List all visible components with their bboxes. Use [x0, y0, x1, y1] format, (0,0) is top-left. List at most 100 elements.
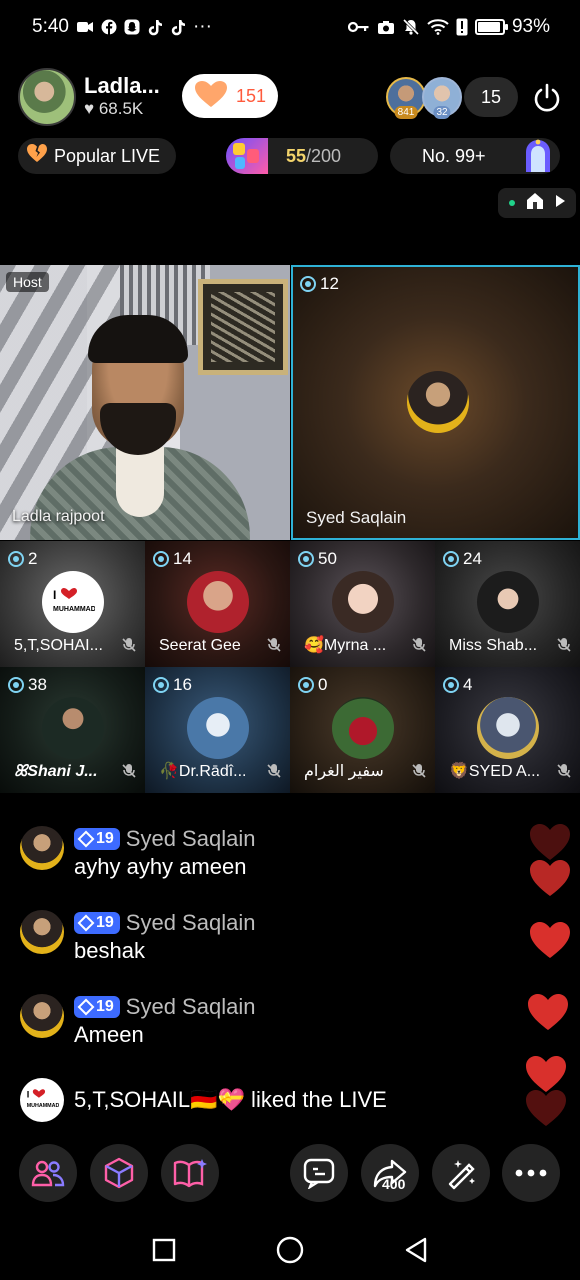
rank-badge	[226, 138, 268, 174]
diamond-icon	[77, 998, 95, 1016]
more-button[interactable]	[502, 1144, 560, 1202]
guest-count-value: 4	[463, 675, 473, 694]
guest-name: سفير الغرام	[304, 763, 384, 780]
liked-avatar[interactable]: I MUHAMMAD	[20, 1078, 64, 1122]
system-navbar	[0, 1220, 580, 1280]
popular-live-pill[interactable]: Popular LIVE	[18, 138, 176, 174]
key-icon	[347, 21, 370, 33]
guest-count: 2	[8, 549, 37, 569]
chat-body: 19 Syed Saqlain beshak	[74, 910, 255, 964]
viewer-avatar[interactable]: 841	[386, 77, 426, 119]
share-count: 400	[382, 1176, 406, 1192]
chat-avatar[interactable]	[20, 994, 64, 1038]
mic-off-icon	[267, 638, 281, 652]
guest-tile[interactable]: 14 Seerat Gee	[145, 541, 290, 667]
guest-tile[interactable]: 16 🥀Dr.Rādî...	[145, 667, 290, 793]
diamond-icon	[77, 914, 95, 932]
guest-name: 🥀Dr.Rādî...	[159, 763, 247, 780]
floating-heart-icon	[526, 1090, 566, 1126]
host-likes-count: 68.5K	[98, 99, 144, 118]
wand-icon	[448, 1160, 475, 1190]
chat-message[interactable]: 19 Syed Saqlain beshak	[20, 910, 255, 964]
follow-button[interactable]: 151	[182, 74, 278, 118]
guest-count: 50	[298, 549, 337, 569]
guest-count: 0	[298, 675, 327, 695]
share-button[interactable]	[361, 1144, 419, 1202]
top-viewers[interactable]: 841 32 15	[386, 76, 518, 119]
rank-progress-pill[interactable]: 55/200	[226, 138, 378, 174]
battery-percent: 93%	[511, 16, 550, 37]
chat-avatar[interactable]	[20, 910, 64, 954]
mic-off-icon	[557, 764, 571, 778]
host-tag: Host	[6, 272, 49, 292]
viewer-eye-icon	[153, 677, 169, 693]
viewer-eye-icon	[8, 677, 24, 693]
chat-body: 19 Syed Saqlain ayhy ayhy ameen	[74, 826, 255, 880]
floating-heart-icon	[530, 860, 570, 896]
liked-text: 5,T,SOHAIL🇩🇪💝 liked the LIVE	[74, 1087, 387, 1112]
play-icon[interactable]	[554, 194, 566, 213]
chat-username[interactable]: Syed Saqlain	[126, 994, 256, 1020]
viewer-eye-icon	[443, 551, 459, 567]
chat-message[interactable]: 19 Syed Saqlain Ameen	[20, 994, 255, 1048]
guest-tile[interactable]: 0 سفير الغرام	[290, 667, 435, 793]
guest-tile[interactable]: 4 🦁SYED A...	[435, 667, 580, 793]
guest-tile[interactable]: 50 🥰Myrna ...	[290, 541, 435, 667]
edit-button[interactable]	[432, 1144, 490, 1202]
effects-button[interactable]	[161, 1144, 219, 1202]
host-avatar[interactable]	[18, 68, 76, 126]
viewer-count[interactable]: 15	[464, 77, 518, 117]
host-video[interactable]	[0, 265, 290, 540]
guest-count-value: 24	[463, 549, 482, 568]
ranking-label: No. 99+	[422, 145, 486, 166]
guest-tile[interactable]: 24 Miss Shab...	[435, 541, 580, 667]
guest-tile[interactable]: I MUHAMMAD 2 5,T,SOHAI...	[0, 541, 145, 667]
clock: 5:40	[32, 16, 69, 37]
host-card[interactable]: Ladla... ♥ 68.5K 151	[18, 68, 280, 126]
guest-main-tile[interactable]	[291, 265, 580, 540]
guest-count: 16	[153, 675, 192, 695]
cube-icon	[104, 1157, 134, 1189]
mini-toolbar[interactable]	[498, 188, 576, 218]
viewer-eye-icon	[298, 551, 314, 567]
chat-username[interactable]: Syed Saqlain	[126, 910, 256, 936]
camera-icon	[377, 20, 395, 35]
level-value: 19	[96, 998, 114, 1015]
viewer-eye-icon	[153, 551, 169, 567]
floating-heart-icon	[530, 922, 570, 958]
recents-icon[interactable]	[151, 1237, 177, 1263]
host-name: Ladla...	[84, 73, 160, 98]
guest-avatar	[332, 697, 394, 759]
mic-off-icon	[122, 764, 136, 778]
power-icon[interactable]	[526, 78, 568, 118]
guest-count: 14	[153, 549, 192, 569]
rank-progress-total: /200	[306, 145, 342, 166]
guest-name: 5,T,SOHAI...	[14, 637, 103, 654]
home-nav-icon[interactable]	[275, 1235, 305, 1265]
guest-main-name: Syed Saqlain	[306, 508, 407, 527]
back-icon[interactable]	[403, 1236, 429, 1264]
status-bar: 5:40 ··· 93%	[0, 0, 580, 54]
guest-avatar	[187, 571, 249, 633]
gift-box-button[interactable]	[90, 1144, 148, 1202]
host-collar	[116, 447, 164, 517]
viewer-avatar[interactable]: 32	[422, 77, 462, 119]
home-icon[interactable]	[525, 191, 545, 216]
mic-off-icon	[267, 764, 281, 778]
level-value: 19	[96, 830, 114, 847]
chat-text: Ameen	[74, 1022, 144, 1047]
wifi-icon	[427, 19, 449, 35]
chat-header: 19 Syed Saqlain	[74, 994, 255, 1020]
chat-avatar[interactable]	[20, 826, 64, 870]
mic-off-icon	[412, 638, 426, 652]
people-button[interactable]	[19, 1144, 77, 1202]
chat-message[interactable]: 19 Syed Saqlain ayhy ayhy ameen	[20, 826, 255, 880]
comment-button[interactable]	[290, 1144, 348, 1202]
more-icon	[515, 1169, 547, 1177]
gate-icon	[522, 138, 554, 174]
level-badge: 19	[74, 828, 120, 850]
liked-notice: I MUHAMMAD 5,T,SOHAIL🇩🇪💝 liked the LIVE	[20, 1078, 387, 1122]
ranking-pill[interactable]: No. 99+	[390, 138, 560, 174]
guest-tile[interactable]: 38 ꕤShani J...	[0, 667, 145, 793]
chat-username[interactable]: Syed Saqlain	[126, 826, 256, 852]
